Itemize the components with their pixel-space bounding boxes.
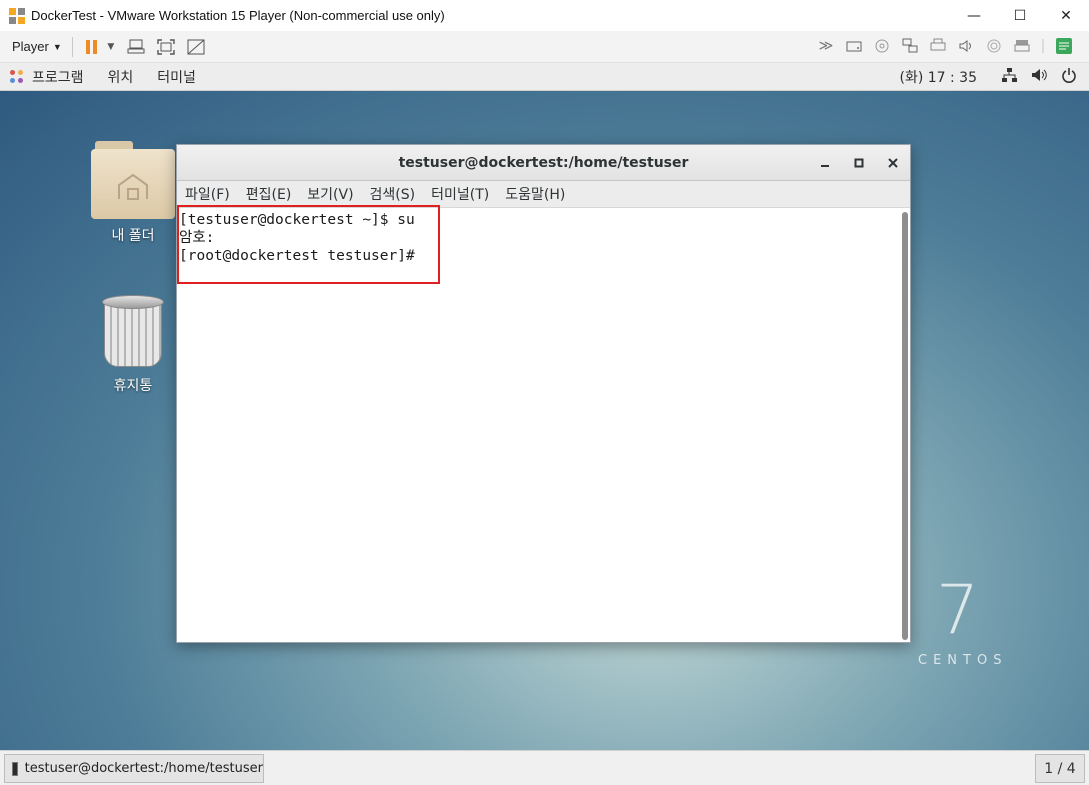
power-icon[interactable] <box>1061 67 1077 87</box>
menu-terminal[interactable]: 터미널 <box>157 67 196 87</box>
cd-icon[interactable] <box>871 35 893 57</box>
menu-places[interactable]: 위치 <box>108 67 134 87</box>
sound-icon[interactable] <box>955 35 977 57</box>
usb-icon[interactable] <box>983 35 1005 57</box>
centos-logo-text: CENTOS <box>918 653 1008 668</box>
folder-icon <box>91 139 175 219</box>
display-icon[interactable] <box>1011 35 1033 57</box>
menu-help[interactable]: 도움말(H) <box>505 184 565 204</box>
volume-icon[interactable] <box>1031 67 1047 87</box>
trash-can-icon <box>102 295 164 369</box>
terminal-window: testuser@dockertest:/home/testuser 파일(F)… <box>176 144 911 643</box>
workspace-switcher[interactable]: 1 / 4 <box>1035 754 1085 783</box>
pause-icon[interactable] <box>81 36 103 58</box>
terminal-output[interactable]: [testuser@dockertest ~]$ su 암호: [root@do… <box>177 208 901 642</box>
terminal-menubar: 파일(F) 편집(E) 보기(V) 검색(S) 터미널(T) 도움말(H) <box>177 181 910 208</box>
menu-terminal[interactable]: 터미널(T) <box>431 184 489 204</box>
centos-logo-number: 7 <box>936 571 980 650</box>
send-ctrl-alt-del-icon[interactable] <box>125 36 147 58</box>
terminal-line: [root@dockertest testuser]# <box>179 248 415 264</box>
network-icon[interactable] <box>899 35 921 57</box>
menu-file[interactable]: 파일(F) <box>185 184 230 204</box>
player-menu-label: Player <box>12 39 49 54</box>
vmware-toolbar: Player ▼ ▼ ≫ | <box>0 31 1089 63</box>
maximize-button[interactable]: ☐ <box>997 0 1043 31</box>
unity-icon[interactable] <box>185 36 207 58</box>
devices-chevron-icon[interactable]: ≫ <box>815 35 837 57</box>
terminal-close-button[interactable] <box>882 153 904 173</box>
applications-icon <box>10 69 24 84</box>
network-wired-icon[interactable] <box>1001 67 1017 87</box>
minimize-button[interactable]: — <box>951 0 997 31</box>
vmware-title-bar: DockerTest - VMware Workstation 15 Playe… <box>0 0 1089 31</box>
trash-icon[interactable]: 휴지통 <box>88 295 178 395</box>
window-title: DockerTest - VMware Workstation 15 Playe… <box>31 8 445 23</box>
gnome-bottom-panel: testuser@dockertest:/home/testuser 1 / 4 <box>0 750 1089 785</box>
menu-edit[interactable]: 편집(E) <box>246 184 292 204</box>
chevron-down-icon: ▼ <box>52 41 62 52</box>
terminal-scrollbar[interactable] <box>902 212 908 640</box>
printer-icon[interactable] <box>927 35 949 57</box>
player-menu-button[interactable]: Player ▼ <box>12 39 62 54</box>
fullscreen-icon[interactable] <box>155 36 177 58</box>
toolbar-divider <box>71 36 73 57</box>
terminal-line: [testuser@dockertest ~]$ su <box>179 212 415 228</box>
home-folder-icon[interactable]: 내 폴더 <box>88 139 178 245</box>
menu-search[interactable]: 검색(S) <box>370 184 416 204</box>
terminal-title: testuser@dockertest:/home/testuser <box>398 154 689 171</box>
chevron-down-icon[interactable]: ▼ <box>105 36 117 58</box>
close-button[interactable]: ✕ <box>1043 0 1089 31</box>
vmware-logo-icon <box>9 7 25 24</box>
notes-icon[interactable] <box>1053 35 1075 57</box>
menu-programs[interactable]: 프로그램 <box>32 67 84 87</box>
gnome-top-bar: 프로그램 위치 터미널 (화) 17 : 35 <box>0 63 1089 91</box>
trash-label: 휴지통 <box>113 378 153 394</box>
home-folder-label: 내 폴더 <box>111 228 155 244</box>
clock[interactable]: (화) 17 : 35 <box>899 67 977 87</box>
menu-view[interactable]: 보기(V) <box>307 184 353 204</box>
divider-icon: | <box>1040 38 1046 54</box>
hard-disk-icon[interactable] <box>843 35 865 57</box>
taskbar-terminal-item[interactable]: testuser@dockertest:/home/testuser <box>4 754 264 783</box>
terminal-icon <box>12 761 18 776</box>
terminal-titlebar[interactable]: testuser@dockertest:/home/testuser <box>177 145 910 181</box>
terminal-minimize-button[interactable] <box>814 153 836 173</box>
taskbar-terminal-label: testuser@dockertest:/home/testuser <box>24 761 263 776</box>
terminal-line: 암호: <box>179 230 215 246</box>
terminal-maximize-button[interactable] <box>848 153 870 173</box>
